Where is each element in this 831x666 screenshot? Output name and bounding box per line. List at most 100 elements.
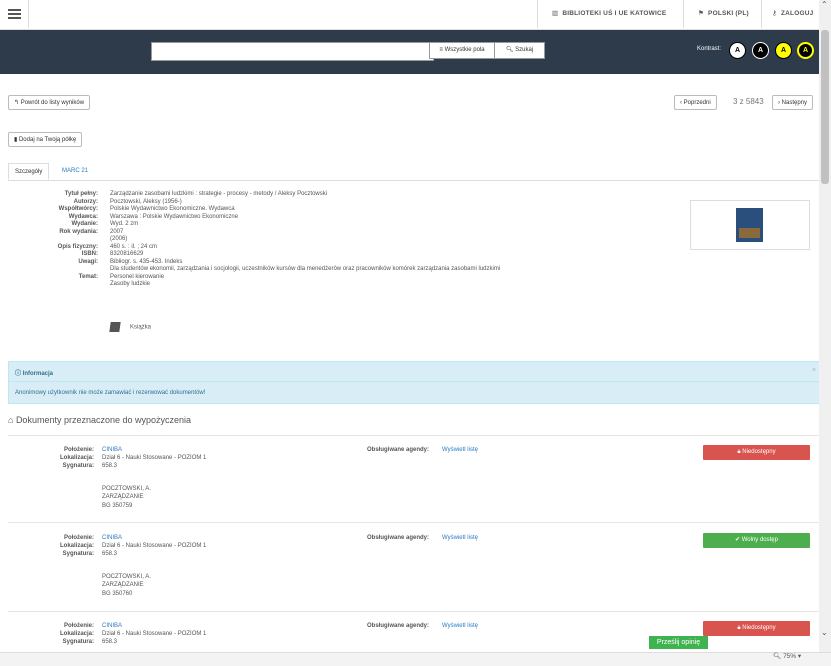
signature-value: 658.3 (102, 639, 118, 645)
login-label: ZALOGUJ (780, 10, 814, 17)
previous-button[interactable]: ‹ Poprzedni (674, 95, 717, 110)
shelf-line-1: POCZTOWSKI, A. (102, 574, 151, 580)
flag-icon: ⚑ (698, 10, 705, 17)
search-input[interactable] (151, 42, 434, 61)
status-badge: ✔ Wolny dostęp (703, 533, 810, 548)
record-tabs: Szczegóły MARC 21 (8, 163, 822, 181)
scroll-up-icon[interactable]: ⌃ (821, 0, 828, 9)
status-label: Wolny dostęp (741, 537, 778, 543)
location-label: Położenie: (63, 535, 94, 541)
show-list-link[interactable]: Wyświetl listę (442, 623, 478, 630)
status-label: Niedostępny (742, 449, 776, 455)
browser-statusbar (0, 652, 831, 666)
next-button[interactable]: › Następny (772, 95, 814, 110)
status-badge: 🔒︎ Niedostępny (703, 445, 810, 460)
search-field-select[interactable]: ≡ Wszystkie pola (429, 42, 495, 59)
agencies-label: Obsługiwane agendy: (367, 623, 430, 629)
location-link[interactable]: CINIBA (102, 447, 122, 454)
placement-label: Lokalizacja: (59, 631, 94, 637)
contrast-yellow-black-button[interactable]: A (775, 42, 792, 59)
search-button-label: Szukaj (515, 47, 534, 53)
year-value-2: (2006) (110, 236, 128, 242)
edition-value: Wyd. 2 zm (110, 221, 139, 227)
subject-label: Temat: (78, 274, 98, 280)
shelf-line-2: ZARZĄDZANIE (102, 494, 144, 500)
title-value: Zarządzanie zasobami ludzkimi : strategi… (110, 191, 328, 197)
location-label: Położenie: (63, 623, 94, 629)
zoom-icon: 🔍︎ (773, 653, 784, 660)
subject-link-2[interactable]: Zasoby ludzkie (110, 281, 150, 288)
key-icon: ⚷ (772, 10, 777, 17)
building-icon: ▥ (552, 10, 559, 17)
info-title: Informacja (22, 371, 54, 377)
scrollbar-thumb[interactable] (821, 30, 829, 184)
previous-label: Poprzedni (683, 100, 711, 106)
divider (8, 522, 823, 523)
close-icon[interactable]: × (812, 367, 816, 374)
status-label: Niedostępny (742, 625, 776, 631)
agencies-label: Obsługiwane agendy: (367, 447, 430, 453)
reply-icon: ↰ (14, 100, 21, 106)
search-icon: 🔍︎ (505, 47, 516, 53)
add-to-shelf-button[interactable]: ▮ Dodaj na Twoją półkę (8, 132, 83, 147)
signature-label: Sygnatura: (62, 463, 94, 469)
format-indicator: Książka (109, 322, 152, 332)
language-selector[interactable]: ⚑ POLSKI (PL) (683, 0, 762, 28)
info-divider (9, 381, 822, 382)
cover-thumbnail[interactable] (690, 200, 810, 250)
search-field-label: Wszystkie pola (444, 47, 485, 53)
isbn-value: 8320816629 (110, 251, 144, 257)
zoom-control[interactable]: 🔍︎ 75% ▾ (773, 652, 801, 660)
contrast-black-white-button[interactable]: A (752, 42, 769, 59)
signature-value: 658.3 (102, 551, 118, 557)
contrast-black-yellow-button[interactable]: A (797, 42, 814, 59)
documents-heading: ⌂ Dokumenty przeznaczone do wypożyczenia (8, 415, 191, 425)
isbn-label: ISBN: (81, 251, 98, 257)
back-to-results-button[interactable]: ↰ Powrót do listy wyników (8, 95, 91, 110)
divider (8, 435, 823, 436)
zoom-level: 75% (783, 653, 797, 660)
documents-heading-label: Dokumenty przeznaczone do wypożyczenia (15, 415, 192, 425)
top-navbar: ▥ BIBLIOTEKI UŚ I UE KATOWICE ⚑ POLSKI (PL… (0, 0, 831, 30)
note-value-2: Dla studentów ekonomii, zarządzania i so… (110, 266, 501, 272)
tab-marc21[interactable]: MARC 21 (56, 163, 94, 180)
tab-details[interactable]: Szczegóły (8, 163, 50, 180)
agencies-label: Obsługiwane agendy: (367, 535, 430, 541)
shelf-line-3: BG 350759 (102, 503, 133, 509)
format-label: Książka (130, 324, 152, 331)
scroll-down-icon[interactable]: ⌄ (821, 628, 828, 637)
notes-label: Uwagi: (78, 259, 98, 265)
contrast-default-button[interactable]: A (729, 42, 746, 59)
shelf-line-2: ZARZĄDZANIE (102, 582, 144, 588)
status-badge: 🔒︎ Niedostępny (703, 621, 810, 636)
info-icon: ⓘ (15, 371, 23, 377)
feedback-button[interactable]: Prześlij opinię (649, 636, 708, 649)
location-link[interactable]: CINIBA (102, 623, 122, 630)
login-link[interactable]: ⚷ ZALOGUJ (761, 0, 822, 28)
location-link[interactable]: CINIBA (102, 535, 122, 542)
signature-label: Sygnatura: (62, 551, 94, 557)
page-scrollbar[interactable]: ⌃ ⌄ (819, 0, 831, 652)
location-label: Położenie: (63, 447, 94, 453)
library-link[interactable]: ▥ BIBLIOTEKI UŚ I UE KATOWICE (537, 0, 684, 28)
home-icon: ⌂ (8, 415, 16, 425)
shelf-line-1: POCZTOWSKI, A. (102, 486, 151, 492)
info-alert: ⓘ Informacja × Anonimowy użytkownik nie … (8, 361, 823, 404)
edition-label: Wydanie: (71, 221, 98, 227)
chevron-down-icon: ▾ (796, 653, 802, 660)
signature-label: Sygnatura: (62, 639, 94, 645)
placement-value: Dział 6 - Nauki Stosowane - POZIOM 1 (102, 455, 207, 461)
language-label: POLSKI (PL) (708, 10, 749, 17)
check-icon: ✔ (735, 537, 742, 543)
hamburger-menu-icon[interactable] (0, 0, 29, 28)
show-list-link[interactable]: Wyświetl listę (442, 447, 478, 454)
contrast-label: Kontrast: (697, 46, 722, 52)
divider (8, 611, 823, 612)
library-label: BIBLIOTEKI UŚ I UE KATOWICE (562, 10, 667, 17)
book-cover-image (736, 208, 763, 242)
placement-value: Dział 6 - Nauki Stosowane - POZIOM 1 (102, 543, 207, 549)
show-list-link[interactable]: Wyświetl listę (442, 535, 478, 542)
search-button[interactable]: 🔍︎ Szukaj (494, 42, 545, 59)
title-label: Tytuł pełny: (64, 191, 98, 197)
co-author-link[interactable]: Polskie Wydawnictwo Ekonomiczne. Wydawca (110, 206, 235, 213)
